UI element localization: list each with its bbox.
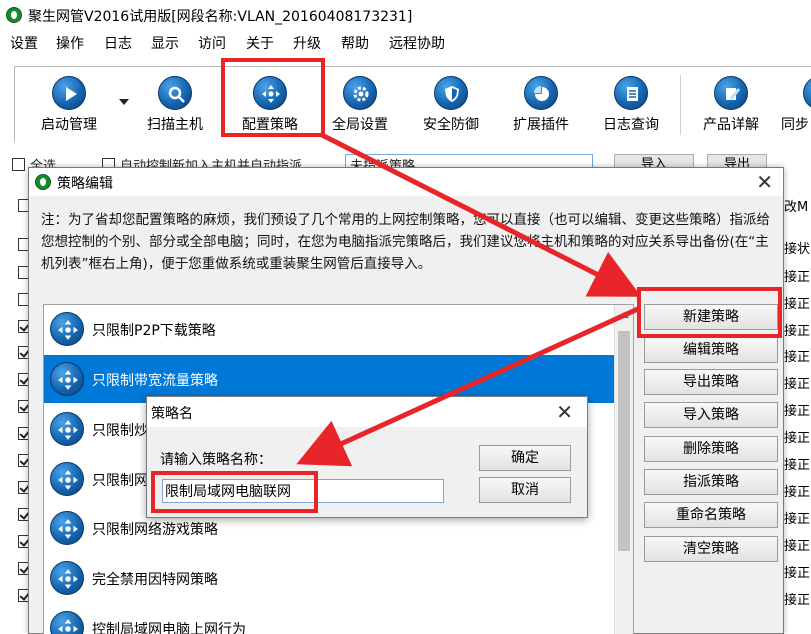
annotation-arrows bbox=[296, 131, 642, 467]
arrow-to-new-strategy bbox=[318, 131, 642, 297]
arrow-to-name-input bbox=[296, 305, 642, 467]
